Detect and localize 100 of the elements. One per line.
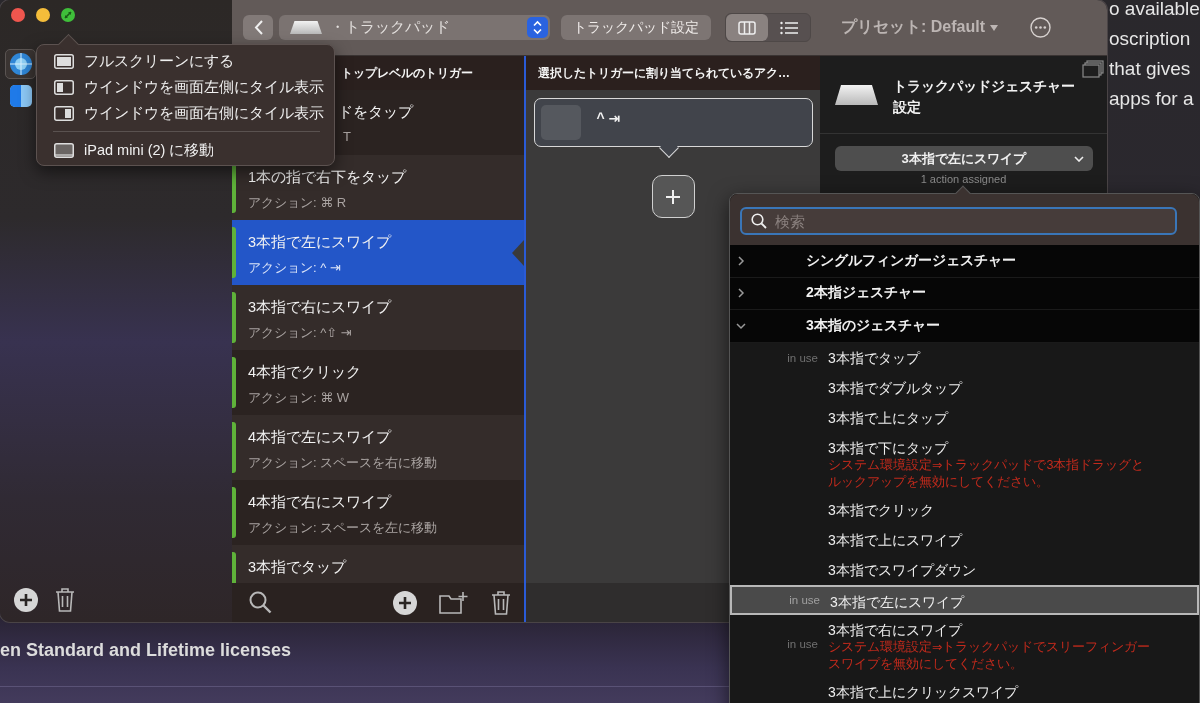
window-layout-icon: [54, 105, 74, 121]
page-text: apps for a: [1109, 87, 1195, 111]
add-button[interactable]: [14, 587, 38, 612]
gesture-label: 3本指でダブルタップ: [828, 378, 962, 397]
device-popup[interactable]: ・トラックパッド: [279, 15, 550, 40]
popup-label: ・トラックパッド: [330, 18, 451, 37]
globe-icon: [9, 53, 32, 75]
gesture-row[interactable]: 3本指でダブルタップ: [730, 372, 1199, 403]
stepper-icon: [527, 17, 548, 38]
gesture-row[interactable]: in use 3本指でタップ: [730, 342, 1199, 373]
trigger-action: アクション: ⌘ R: [248, 194, 348, 212]
trigger-title: 4本指でクリック: [248, 363, 362, 382]
gesture-label: 3本指でタップ: [828, 348, 920, 367]
search-icon[interactable]: [249, 590, 273, 615]
gesture-label: 3本指で左にスワイプ: [830, 592, 964, 611]
more-button[interactable]: [1030, 17, 1051, 38]
trigger-action: アクション: ⌘ W: [248, 389, 351, 407]
gesture-row[interactable]: in use 3本指で右にスワイプ システム環境設定⇒トラックパッドでスリーフィンガースワイプを無効にしてください。: [730, 614, 1199, 677]
popup-label: 3本指で左にスワイプ: [901, 149, 1026, 168]
trigger-row[interactable]: 1本の指で右下をタップ アクション: ⌘ R: [232, 155, 524, 220]
windows-icon: [1082, 60, 1104, 78]
caret-icon: [990, 24, 998, 31]
gesture-row[interactable]: 3本指で下にタップ システム環境設定⇒トラックパッドで3本指ドラッグとルックアップを無効にしてください。: [730, 432, 1199, 495]
trigger-title: 1本の指で右下をタップ: [248, 168, 407, 187]
gesture-label: 3本指で上にクリックスワイプ: [828, 682, 1018, 701]
chevron-down-icon: [1073, 156, 1084, 162]
tree-group-row[interactable]: シングルフィンガージェスチャー: [730, 245, 1199, 278]
trigger-action: アクション: スペースを右に移動: [248, 454, 438, 472]
chevron-right-icon: [736, 255, 746, 266]
gesture-row[interactable]: 3本指でスワイプダウン: [730, 554, 1199, 585]
trigger-popup[interactable]: 3本指で左にスワイプ: [834, 146, 1093, 171]
in-use-label: in use: [789, 593, 820, 606]
chevron-left-icon: [253, 20, 263, 35]
trigger-title: 3本指でタップ: [248, 558, 347, 577]
trigger-title: 4本指で右にスワイプ: [248, 493, 393, 512]
minimize-button[interactable]: [36, 8, 50, 22]
gesture-row[interactable]: 3本指で上にスワイプ: [730, 524, 1199, 555]
plus-icon: [665, 188, 681, 205]
warning-text: システム環境設定⇒トラックパッドで3本指ドラッグとルックアップを無効にしてください。: [828, 456, 1146, 491]
list-icon: [780, 20, 798, 35]
trigger-row[interactable]: 4本指で左にスワイプ アクション: スペースを右に移動: [232, 415, 524, 480]
columns-icon: [738, 20, 756, 35]
group-label: 2本指ジェスチャー: [806, 284, 926, 303]
trigger-title: ドをタップ: [338, 103, 413, 122]
column-header: 選択したトリガーに割り当てられているアク…: [526, 56, 820, 90]
trigger-title: 3本指で右にスワイプ: [248, 298, 392, 317]
trigger-row[interactable]: 4本指でクリック アクション: ⌘ W: [232, 350, 524, 415]
search-field[interactable]: 検索: [740, 207, 1177, 235]
sidebar-item[interactable]: [5, 49, 36, 79]
trigger-row[interactable]: 3本指で左にスワイプ アクション: ^ ⇥: [232, 220, 524, 285]
trigger-title: 4本指で左にスワイプ: [248, 428, 393, 447]
chevron-down-icon: [736, 320, 746, 331]
trash-icon[interactable]: [490, 590, 512, 615]
group-label: 3本指のジェスチャー: [806, 316, 940, 335]
gesture-label: 3本指で上にスワイプ: [828, 530, 962, 549]
trigger-row[interactable]: 4本指で右にスワイプ アクション: スペースを左に移動: [232, 480, 524, 545]
window-layout-icon: [54, 53, 74, 69]
gesture-row[interactable]: 3本指でクリック: [730, 494, 1199, 525]
gesture-row[interactable]: 3本指で上にクリックスワイプ: [730, 676, 1199, 703]
close-button[interactable]: [11, 8, 25, 22]
view-mode-tab[interactable]: [726, 14, 768, 41]
page-text: o available: [1109, 0, 1200, 21]
group-label: シングルフィンガージェスチャー: [806, 251, 1016, 270]
trackpad-icon: [835, 85, 878, 105]
gesture-label: 3本指でクリック: [828, 500, 934, 519]
trigger-action: T: [342, 129, 352, 144]
zoom-button[interactable]: [61, 8, 75, 22]
page-heading: en Standard and Lifetime licenses: [0, 640, 292, 661]
trigger-action: アクション: ^ ⇥: [248, 259, 342, 277]
tree-group-row[interactable]: 2本指ジェスチャー: [730, 277, 1199, 310]
menu-item-label: フルスクリーンにする: [84, 51, 234, 71]
trash-icon[interactable]: [54, 587, 76, 612]
add-action-button[interactable]: [651, 175, 695, 218]
gesture-label: 3本指で上にタップ: [828, 408, 948, 427]
trigger-action: アクション: スペースを左に移動: [248, 519, 438, 537]
window-layout-icon: [54, 79, 74, 95]
tree-group-row[interactable]: 3本指のジェスチャー: [730, 310, 1199, 343]
trigger-title: 3本指で左にスワイプ: [248, 233, 392, 252]
add-button[interactable]: [393, 590, 417, 615]
in-use-label: in use: [787, 351, 818, 364]
new-folder-icon[interactable]: [439, 591, 468, 614]
gesture-label: 3本指でスワイプダウン: [828, 560, 976, 579]
assigned-count: 1 action assigned: [920, 173, 1007, 185]
gesture-row[interactable]: 3本指で上にタップ: [730, 402, 1199, 433]
trackpad-icon: [290, 21, 322, 34]
gesture-label: 3本指で右にスワイプ: [828, 620, 964, 639]
chevron-right-icon: [736, 288, 746, 299]
menu-item-label: iPad mini (2) に移動: [84, 140, 215, 160]
window-layout-icon: [54, 142, 74, 158]
page-text: that gives: [1109, 57, 1192, 81]
back-button[interactable]: [243, 15, 273, 40]
shortcut-label: ^ ⇥: [596, 109, 621, 126]
gesture-label: 3本指で下にタップ: [828, 438, 950, 457]
detail-title: トラックパッドジェスチャー設定: [893, 77, 1076, 117]
trigger-row[interactable]: 3本指で右にスワイプ アクション: ^⇧ ⇥: [232, 285, 524, 350]
warning-text: システム環境設定⇒トラックパッドでスリーフィンガースワイプを無効にしてください。: [828, 638, 1152, 673]
gesture-row[interactable]: in use 3本指で左にスワイプ: [730, 584, 1199, 615]
trigger-row[interactable]: 3本指でタップ: [232, 545, 524, 583]
settings-button[interactable]: トラックパッド設定: [561, 15, 711, 40]
in-use-label: in use: [787, 637, 818, 650]
